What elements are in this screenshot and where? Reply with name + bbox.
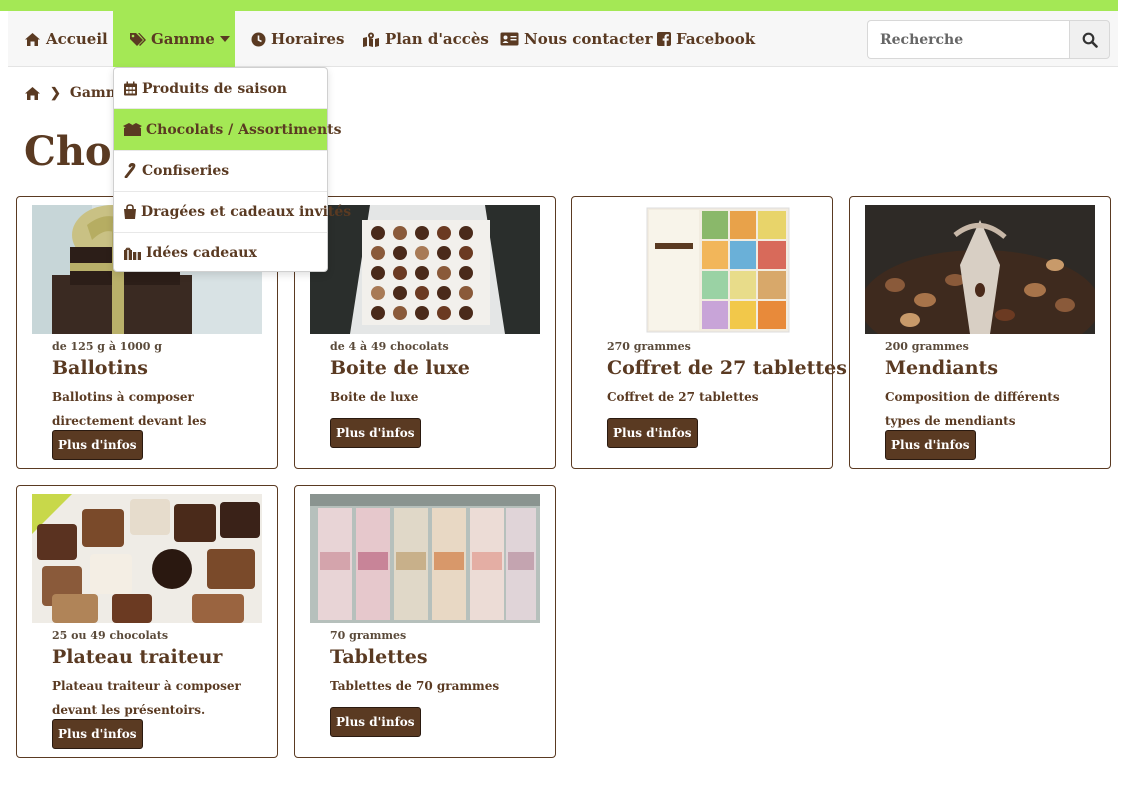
more-info-button[interactable]: Plus d'infos: [52, 719, 143, 749]
map-marked-icon: [363, 32, 379, 47]
product-card-coffret: 270 grammes Coffret de 27 tablettes Coff…: [571, 196, 847, 469]
nav-plan-label: Plan d'accès: [385, 30, 489, 48]
nav-home-label: Accueil: [46, 30, 108, 48]
main-navbar: Accueil Gamme Horaires Plan d'accès Nous…: [8, 11, 1118, 67]
dropdown-item-label: Produits de saison: [142, 80, 287, 97]
address-card-icon: [500, 32, 519, 46]
nav-gamme-label: Gamme: [151, 30, 215, 48]
nav-home[interactable]: Accueil: [8, 11, 124, 67]
product-meta: de 125 g à 1000 g: [52, 340, 162, 353]
search-button[interactable]: [1069, 20, 1110, 59]
dropdown-item-dragees[interactable]: Dragées et cadeaux invités: [114, 191, 351, 232]
dropdown-item-produits-de-saison[interactable]: Produits de saison: [114, 68, 327, 109]
more-info-button[interactable]: Plus d'infos: [885, 430, 976, 460]
product-image-tablettes: [310, 494, 540, 623]
product-meta: de 4 à 49 chocolats: [330, 340, 449, 353]
breadcrumb-separator-icon: ❯: [50, 85, 61, 101]
more-info-button[interactable]: Plus d'infos: [607, 418, 698, 448]
dropdown-item-chocolats-assortiments[interactable]: Chocolats / Assortiments: [114, 109, 342, 150]
product-image-coffret: [587, 205, 817, 334]
product-title: Coffret de 27 tablettes: [607, 357, 847, 379]
nav-facebook[interactable]: Facebook: [641, 11, 771, 67]
nav-horaires-label: Horaires: [271, 30, 345, 48]
product-card-tablettes: 70 grammes Tablettes Tablettes de 70 gra…: [294, 485, 556, 758]
dropdown-item-confiseries[interactable]: Confiseries: [114, 150, 327, 191]
gamme-dropdown-menu: Produits de saison Chocolats / Assortime…: [113, 67, 351, 273]
dropdown-item-label: Dragées et cadeaux invités: [141, 203, 352, 220]
product-title: Mendiants: [885, 357, 999, 379]
calendar-icon: [124, 81, 137, 96]
dropdown-item-label: Chocolats / Assortiments: [146, 121, 342, 138]
nav-facebook-label: Facebook: [676, 30, 756, 48]
nav-plan[interactable]: Plan d'accès: [346, 11, 505, 67]
search-form: [867, 20, 1110, 59]
product-description: Tablettes de 70 grammes: [330, 679, 500, 693]
chevron-down-icon: [219, 36, 230, 42]
search-input[interactable]: [867, 20, 1069, 59]
product-card-plateau-traiteur: 25 ou 49 chocolats Plateau traiteur Plat…: [16, 485, 278, 758]
product-card-boite-de-luxe: de 4 à 49 chocolats Boite de luxe Boite …: [294, 196, 556, 469]
product-meta: 270 grammes: [607, 340, 691, 353]
dropdown-item-idees-cadeaux[interactable]: Idées cadeaux: [114, 232, 327, 273]
product-description: Plateau traiteur à composer devant les p…: [52, 679, 241, 717]
product-meta: 70 grammes: [330, 629, 407, 642]
home-icon[interactable]: [24, 86, 41, 101]
more-info-button[interactable]: Plus d'infos: [330, 418, 421, 448]
product-description: Boite de luxe: [330, 390, 419, 404]
product-image-mendiants: [865, 205, 1095, 334]
product-title: Ballotins: [52, 357, 148, 379]
dropdown-item-label: Idées cadeaux: [146, 244, 257, 261]
product-card-mendiants: 200 grammes Mendiants Composition de dif…: [849, 196, 1111, 469]
tags-icon: [130, 32, 146, 46]
product-description: Coffret de 27 tablettes: [607, 390, 759, 404]
shopping-bag-icon: [124, 204, 136, 219]
top-accent-bar: [0, 0, 1118, 11]
product-image-plateau-traiteur: [32, 494, 262, 623]
more-info-button[interactable]: Plus d'infos: [330, 707, 421, 737]
clock-icon: [251, 32, 266, 46]
nav-gamme[interactable]: Gamme: [113, 11, 235, 67]
product-image-boite-de-luxe: [310, 205, 540, 334]
product-meta: 25 ou 49 chocolats: [52, 629, 169, 642]
home-icon: [25, 32, 40, 46]
more-info-button[interactable]: Plus d'infos: [52, 430, 143, 460]
box-open-icon: [123, 122, 142, 136]
product-description: Composition de différents types de mendi…: [885, 390, 1060, 428]
product-title: Plateau traiteur: [52, 646, 223, 668]
search-icon: [1082, 32, 1098, 48]
facebook-icon: [657, 32, 671, 46]
candy-cane-icon: [124, 163, 136, 178]
product-title: Tablettes: [330, 646, 428, 668]
gifts-icon: [124, 247, 141, 260]
product-meta: 200 grammes: [885, 340, 969, 353]
dropdown-item-label: Confiseries: [142, 162, 230, 179]
nav-horaires[interactable]: Horaires: [235, 11, 360, 67]
nav-contact-label: Nous contacter: [524, 30, 653, 48]
product-title: Boite de luxe: [330, 357, 470, 379]
